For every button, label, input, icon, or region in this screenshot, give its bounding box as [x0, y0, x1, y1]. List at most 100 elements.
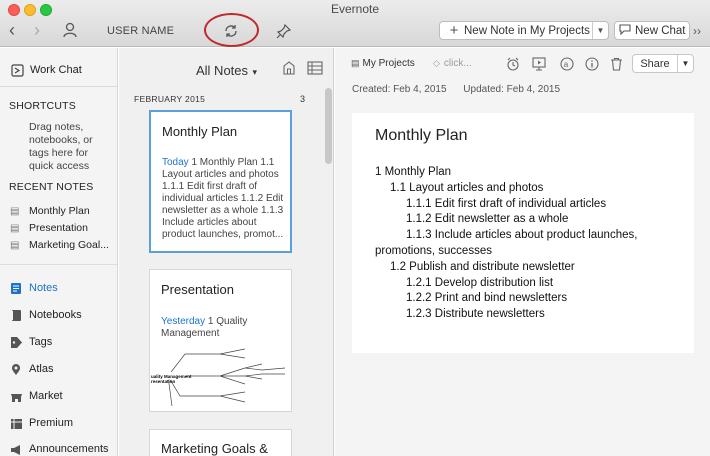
- new-chat-label: New Chat: [635, 24, 686, 37]
- sidebar-nav-label: Tags: [29, 336, 53, 348]
- window-title: Evernote: [330, 2, 380, 16]
- work-chat-icon: [10, 63, 24, 77]
- month-group-label: FEBRUARY 2015: [134, 94, 206, 104]
- note-card-date: Yesterday: [161, 316, 206, 327]
- sidebar-nav-label: Notebooks: [29, 309, 82, 321]
- overflow-chevron-icon[interactable]: ››: [693, 24, 701, 38]
- sidebar: Work Chat SHORTCUTS Drag notes, notebook…: [0, 48, 118, 456]
- note-outline-line: 1.1.2 Edit newsletter as a whole: [406, 213, 569, 226]
- sidebar-nav-label: Atlas: [29, 363, 54, 375]
- svg-text:resentation: resentation: [151, 379, 176, 384]
- note-title[interactable]: Monthly Plan: [375, 127, 468, 145]
- note-outline-line: 1 Monthly Plan: [375, 166, 452, 178]
- note-card-text: 1 Monthly Plan 1.1 Layout articles and p…: [162, 157, 284, 240]
- chevron-down-icon: ▾: [250, 67, 258, 77]
- note-list-title-dropdown[interactable]: All Notes ▾: [196, 63, 257, 78]
- divider: [0, 86, 117, 87]
- note-outline-line: 1.1.1 Edit first draft of individual art…: [406, 197, 607, 210]
- sidebar-item-work-chat[interactable]: Work Chat: [10, 63, 82, 77]
- user-account-icon[interactable]: [60, 20, 80, 40]
- tag-icon: ◇: [433, 58, 440, 68]
- sidebar-item-label: Work Chat: [30, 64, 82, 76]
- note-outline-line: 1.1 Layout articles and photos: [390, 181, 544, 194]
- chevron-down-icon[interactable]: ▼: [592, 22, 608, 39]
- recent-note-label: Marketing Goal...: [29, 239, 109, 251]
- sidebar-item-atlas[interactable]: Atlas: [9, 362, 53, 376]
- svg-text:a: a: [564, 60, 569, 69]
- note-outline-line: 1.2.3 Distribute newsletters: [406, 308, 545, 321]
- back-arrow-icon[interactable]: ‹: [4, 20, 20, 40]
- note-info-icon[interactable]: [584, 56, 600, 72]
- note-card-snippet: Yesterday 1 Quality Management Presentat…: [161, 316, 283, 340]
- note-icon: ▤: [10, 222, 20, 234]
- note-list-scrollbar[interactable]: [325, 88, 332, 164]
- note-body[interactable]: Monthly Plan 1 Monthly Plan 1.1 Layout ar…: [352, 113, 694, 353]
- recent-note-item[interactable]: ▤ Monthly Plan: [10, 205, 90, 217]
- presentation-mode-icon[interactable]: [531, 56, 547, 72]
- reminder-alarm-icon[interactable]: [505, 56, 521, 72]
- sidebar-item-notes[interactable]: Notes: [9, 281, 58, 295]
- note-card-title: Monthly Plan: [162, 124, 238, 139]
- note-list-header: All Notes ▾: [119, 48, 333, 90]
- tag-icon: [9, 335, 23, 349]
- sidebar-item-notebooks[interactable]: Notebooks: [9, 308, 82, 322]
- shortcut-notebook-icon[interactable]: [283, 61, 297, 75]
- sidebar-item-tags[interactable]: Tags: [9, 335, 52, 349]
- sidebar-nav-label: Market: [29, 390, 63, 402]
- shortcuts-hint: Drag notes, notebooks, or tags here for …: [29, 121, 93, 172]
- sync-icon[interactable]: [222, 21, 240, 41]
- note-metadata: Created: Feb 4, 2015 Updated: Feb 4, 201…: [352, 84, 560, 95]
- forward-arrow-icon[interactable]: ›: [29, 20, 45, 40]
- note-card[interactable]: Monthly Plan Today 1 Monthly Plan 1.1 La…: [149, 110, 292, 253]
- sidebar-nav-label: Announcements: [29, 443, 109, 455]
- note-icon: ▤: [10, 205, 20, 217]
- premium-icon: [9, 416, 23, 430]
- notebook-selector[interactable]: ▤ My Projects: [351, 58, 415, 69]
- toolbar: Evernote ‹ › USER NAME + New Note in My …: [0, 0, 710, 47]
- recent-note-item[interactable]: ▤ Marketing Goal...: [10, 239, 109, 251]
- megaphone-icon: [9, 442, 23, 456]
- notebook-icon: ▤: [351, 58, 360, 68]
- notebook-name: My Projects: [362, 58, 415, 69]
- note-outline-line: 1.1.3 Include articles about product lau…: [406, 229, 638, 242]
- note-content[interactable]: 1 Monthly Plan 1.1 Layout articles and ph…: [375, 165, 690, 323]
- recent-notes-heading: RECENT NOTES: [9, 181, 94, 193]
- share-link-icon[interactable]: a: [559, 56, 575, 72]
- notes-icon: [9, 281, 23, 295]
- view-options-icon[interactable]: [307, 61, 323, 75]
- note-card[interactable]: Marketing Goals &: [149, 429, 292, 456]
- new-chat-button[interactable]: New Chat: [614, 21, 690, 40]
- note-card[interactable]: Presentation Yesterday 1 Quality Managem…: [149, 269, 292, 412]
- chevron-down-icon[interactable]: ▼: [677, 55, 693, 72]
- trash-icon[interactable]: [608, 56, 624, 72]
- work-chat-pin-icon[interactable]: [275, 21, 293, 41]
- note-outline-line: 1.2.2 Print and bind newsletters: [406, 292, 568, 305]
- chat-bubble-icon: [619, 23, 635, 38]
- month-note-count: 3: [300, 94, 306, 104]
- created-date: Created: Feb 4, 2015: [352, 84, 447, 95]
- notebook-icon: [9, 308, 23, 322]
- mind-map-thumbnail: uality Management resentation: [150, 348, 286, 407]
- map-pin-icon: [9, 362, 23, 376]
- sidebar-item-premium[interactable]: Premium: [9, 416, 73, 430]
- recent-note-label: Monthly Plan: [29, 205, 90, 217]
- note-list-title: All Notes: [196, 63, 249, 78]
- note-list: All Notes ▾ FEBRUARY 2015 3 Monthly Plan…: [119, 48, 334, 456]
- sidebar-nav-label: Notes: [29, 282, 58, 294]
- market-icon: [9, 389, 23, 403]
- new-note-button[interactable]: + New Note in My Projects ▼: [439, 21, 609, 40]
- shortcuts-heading: SHORTCUTS: [9, 100, 76, 112]
- plus-icon: +: [449, 22, 459, 39]
- share-button[interactable]: Share ▼: [632, 54, 694, 73]
- note-outline-line: 1.2 Publish and distribute newsletter: [390, 260, 575, 273]
- note-card-title: Marketing Goals &: [161, 441, 268, 456]
- note-card-date: Today: [162, 157, 189, 168]
- sidebar-item-announcements[interactable]: Announcements: [9, 442, 109, 456]
- updated-date: Updated: Feb 4, 2015: [463, 84, 561, 95]
- tag-input[interactable]: ◇ click...: [433, 58, 472, 69]
- recent-note-item[interactable]: ▤ Presentation: [10, 222, 88, 234]
- sidebar-item-market[interactable]: Market: [9, 389, 63, 403]
- note-card-title: Presentation: [161, 282, 234, 297]
- new-note-label: New Note in My Projects: [464, 24, 590, 37]
- account-username[interactable]: USER NAME: [107, 25, 174, 37]
